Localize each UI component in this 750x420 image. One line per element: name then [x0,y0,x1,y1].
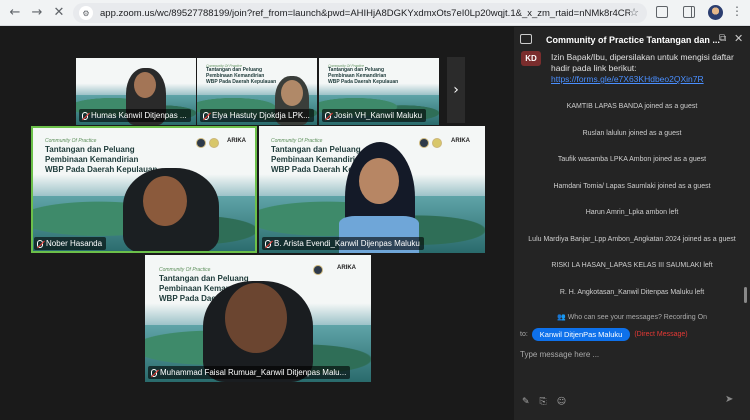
system-event: Hamdani Tomia/ Lapas Saumlaki joined as … [553,183,711,190]
browser-toolbar: ← → ✕ ⚙ app.zoom.us/wc/89527788199/join?… [0,0,750,26]
kebab-menu-icon[interactable]: ⋮ [731,4,743,18]
participant-name-tag: Humas Kanwil Ditjenpas ... [79,109,191,122]
profile-avatar[interactable] [708,5,723,20]
arika-logo: ARIKA [337,265,356,271]
participant-name-tag: Elya Hastuty Djokdja LPK... [200,109,314,122]
back-icon[interactable]: ← [4,2,26,24]
privacy-notice[interactable]: 👥 Who can see your messages? Recording O… [514,313,750,321]
active-speaker-border [31,126,257,253]
emblem-logo [419,138,429,148]
emblem-logo [432,138,442,148]
next-page-chevron-icon[interactable]: › [447,57,465,123]
participant-face [359,158,399,204]
chat-scrollbar[interactable] [744,287,747,303]
send-icon[interactable]: ➤ [725,394,739,408]
site-info-icon[interactable]: ⚙ [79,6,93,20]
direct-message-label: (Direct Message) [634,330,688,338]
mic-muted-icon [151,368,157,377]
participant-name-tag: Nober Hasanda [34,237,107,250]
address-bar[interactable]: ⚙ app.zoom.us/wc/89527788199/join?ref_fr… [73,3,647,23]
emoji-icon[interactable]: ☺ [557,397,566,407]
extensions-icon[interactable] [656,6,668,18]
participant-tile[interactable]: Community Of Practice Tantangan dan Pelu… [319,58,439,125]
format-icon[interactable]: ✎ [522,397,530,407]
system-event: Ruslan lalulun joined as a guest [582,130,682,137]
mic-muted-icon [37,239,43,248]
chat-message-input[interactable] [520,347,740,361]
participant-name: Humas Kanwil Ditjenpas ... [91,111,187,120]
slide-title-line: Pembinaan Kemandirian [271,155,365,164]
participant-name: Muhammad Faisal Rumuar_Kanwil Ditjenpas … [160,368,347,377]
participant-face [134,72,156,98]
chat-message-link[interactable]: https://forms.gle/e7X63KHdbeo2QXin7R [551,74,704,84]
system-event: KAMTIB LAPAS BANDA joined as a guest [566,103,698,110]
chat-header: Community of Practice Tantangan dan ... … [514,27,750,53]
video-stage: Humas Kanwil Ditjenpas ... Community Of … [0,27,514,420]
chat-title: Community of Practice Tantangan dan ... [546,35,720,45]
mic-muted-icon [203,111,209,120]
participant-face [281,80,303,106]
people-icon: 👥 [557,314,568,321]
slide-title-line: Tantangan dan Peluang [271,145,361,154]
system-event: R. H. Angkotasan_Kanwil Ditenpas Maluku … [559,289,705,296]
arika-logo: ARIKA [451,138,470,144]
participant-name-tag: Muhammad Faisal Rumuar_Kanwil Ditjenpas … [148,366,351,379]
system-event: Harun Amrin_Lpka ambon left [585,209,679,216]
system-event: Taufik wasamba LPKA Ambon joined as a gu… [557,156,707,163]
recipient-row: to: Kanwil DitjenPas Maluku (Direct Mess… [520,327,688,341]
participant-name-tag: B. Arista Evendi_Kanwil Dijenpas Maluku [262,237,424,250]
slide-tag: Community Of Practice [271,138,323,144]
participant-tile[interactable]: Community Of Practice Tantangan dan Pelu… [259,126,485,253]
participant-name: Josin VH_Kanwil Maluku [334,111,423,120]
bookmark-star-icon[interactable]: ☆ [629,6,639,19]
side-panel-icon[interactable] [683,6,695,18]
chat-toolbar: ✎ ⎘ ☺ [522,397,566,407]
participant-tile[interactable]: Humas Kanwil Ditjenpas ... [76,58,196,125]
to-label: to: [520,330,528,338]
slide-title-line: WBP Pada Daerah Kepulauan [328,79,399,85]
system-event: Lulu Mardiya Banjar_Lpp Ambon_Angkatan 2… [528,236,736,243]
chat-bubble-icon [520,34,532,44]
popout-icon[interactable]: ⧉ [719,33,726,44]
slide-tag: Community Of Practice [159,267,211,273]
url-text[interactable]: app.zoom.us/wc/89527788199/join?ref_from… [100,8,630,19]
chat-panel: Community of Practice Tantangan dan ... … [514,27,750,420]
participant-name-tag: Josin VH_Kanwil Maluku [322,109,427,122]
emblem-logo [313,265,323,275]
system-event: RISKI LA HASAN_LAPAS KELAS III SAUMLAKI … [551,262,713,269]
chat-message-text: Izin Bapak/Ibu, dipersilakan untuk mengi… [551,52,734,73]
participant-tile[interactable]: Community Of Practice Tantangan dan Pelu… [145,255,371,382]
close-loading-icon[interactable]: ✕ [48,2,70,24]
mic-muted-icon [325,111,331,120]
participant-name: B. Arista Evendi_Kanwil Dijenpas Maluku [274,239,420,248]
slide-title-line: WBP Pada Daerah Kepulauan [206,79,277,85]
slide-title-line: Tantangan dan Peluang [159,274,249,283]
sender-avatar: KD [521,51,541,66]
close-icon[interactable]: ✕ [734,32,743,45]
participant-name: Elya Hastuty Djokdja LPK... [212,111,310,120]
attach-file-icon[interactable]: ⎘ [540,397,547,407]
participant-name: Nober Hasanda [46,239,103,248]
chat-message: Izin Bapak/Ibu, dipersilakan untuk mengi… [551,52,741,85]
participant-tile[interactable]: Community Of Practice Tantangan dan Pelu… [197,58,317,125]
mic-muted-icon [82,111,88,120]
forward-icon[interactable]: → [26,2,48,24]
mic-muted-icon [265,239,271,248]
participant-tile-active[interactable]: Community Of Practice Tantangan dan Pelu… [31,126,257,253]
privacy-notice-text: Who can see your messages? Recording On [567,314,707,321]
participant-face [225,283,287,353]
recipient-select[interactable]: Kanwil DitjenPas Maluku [531,327,631,341]
